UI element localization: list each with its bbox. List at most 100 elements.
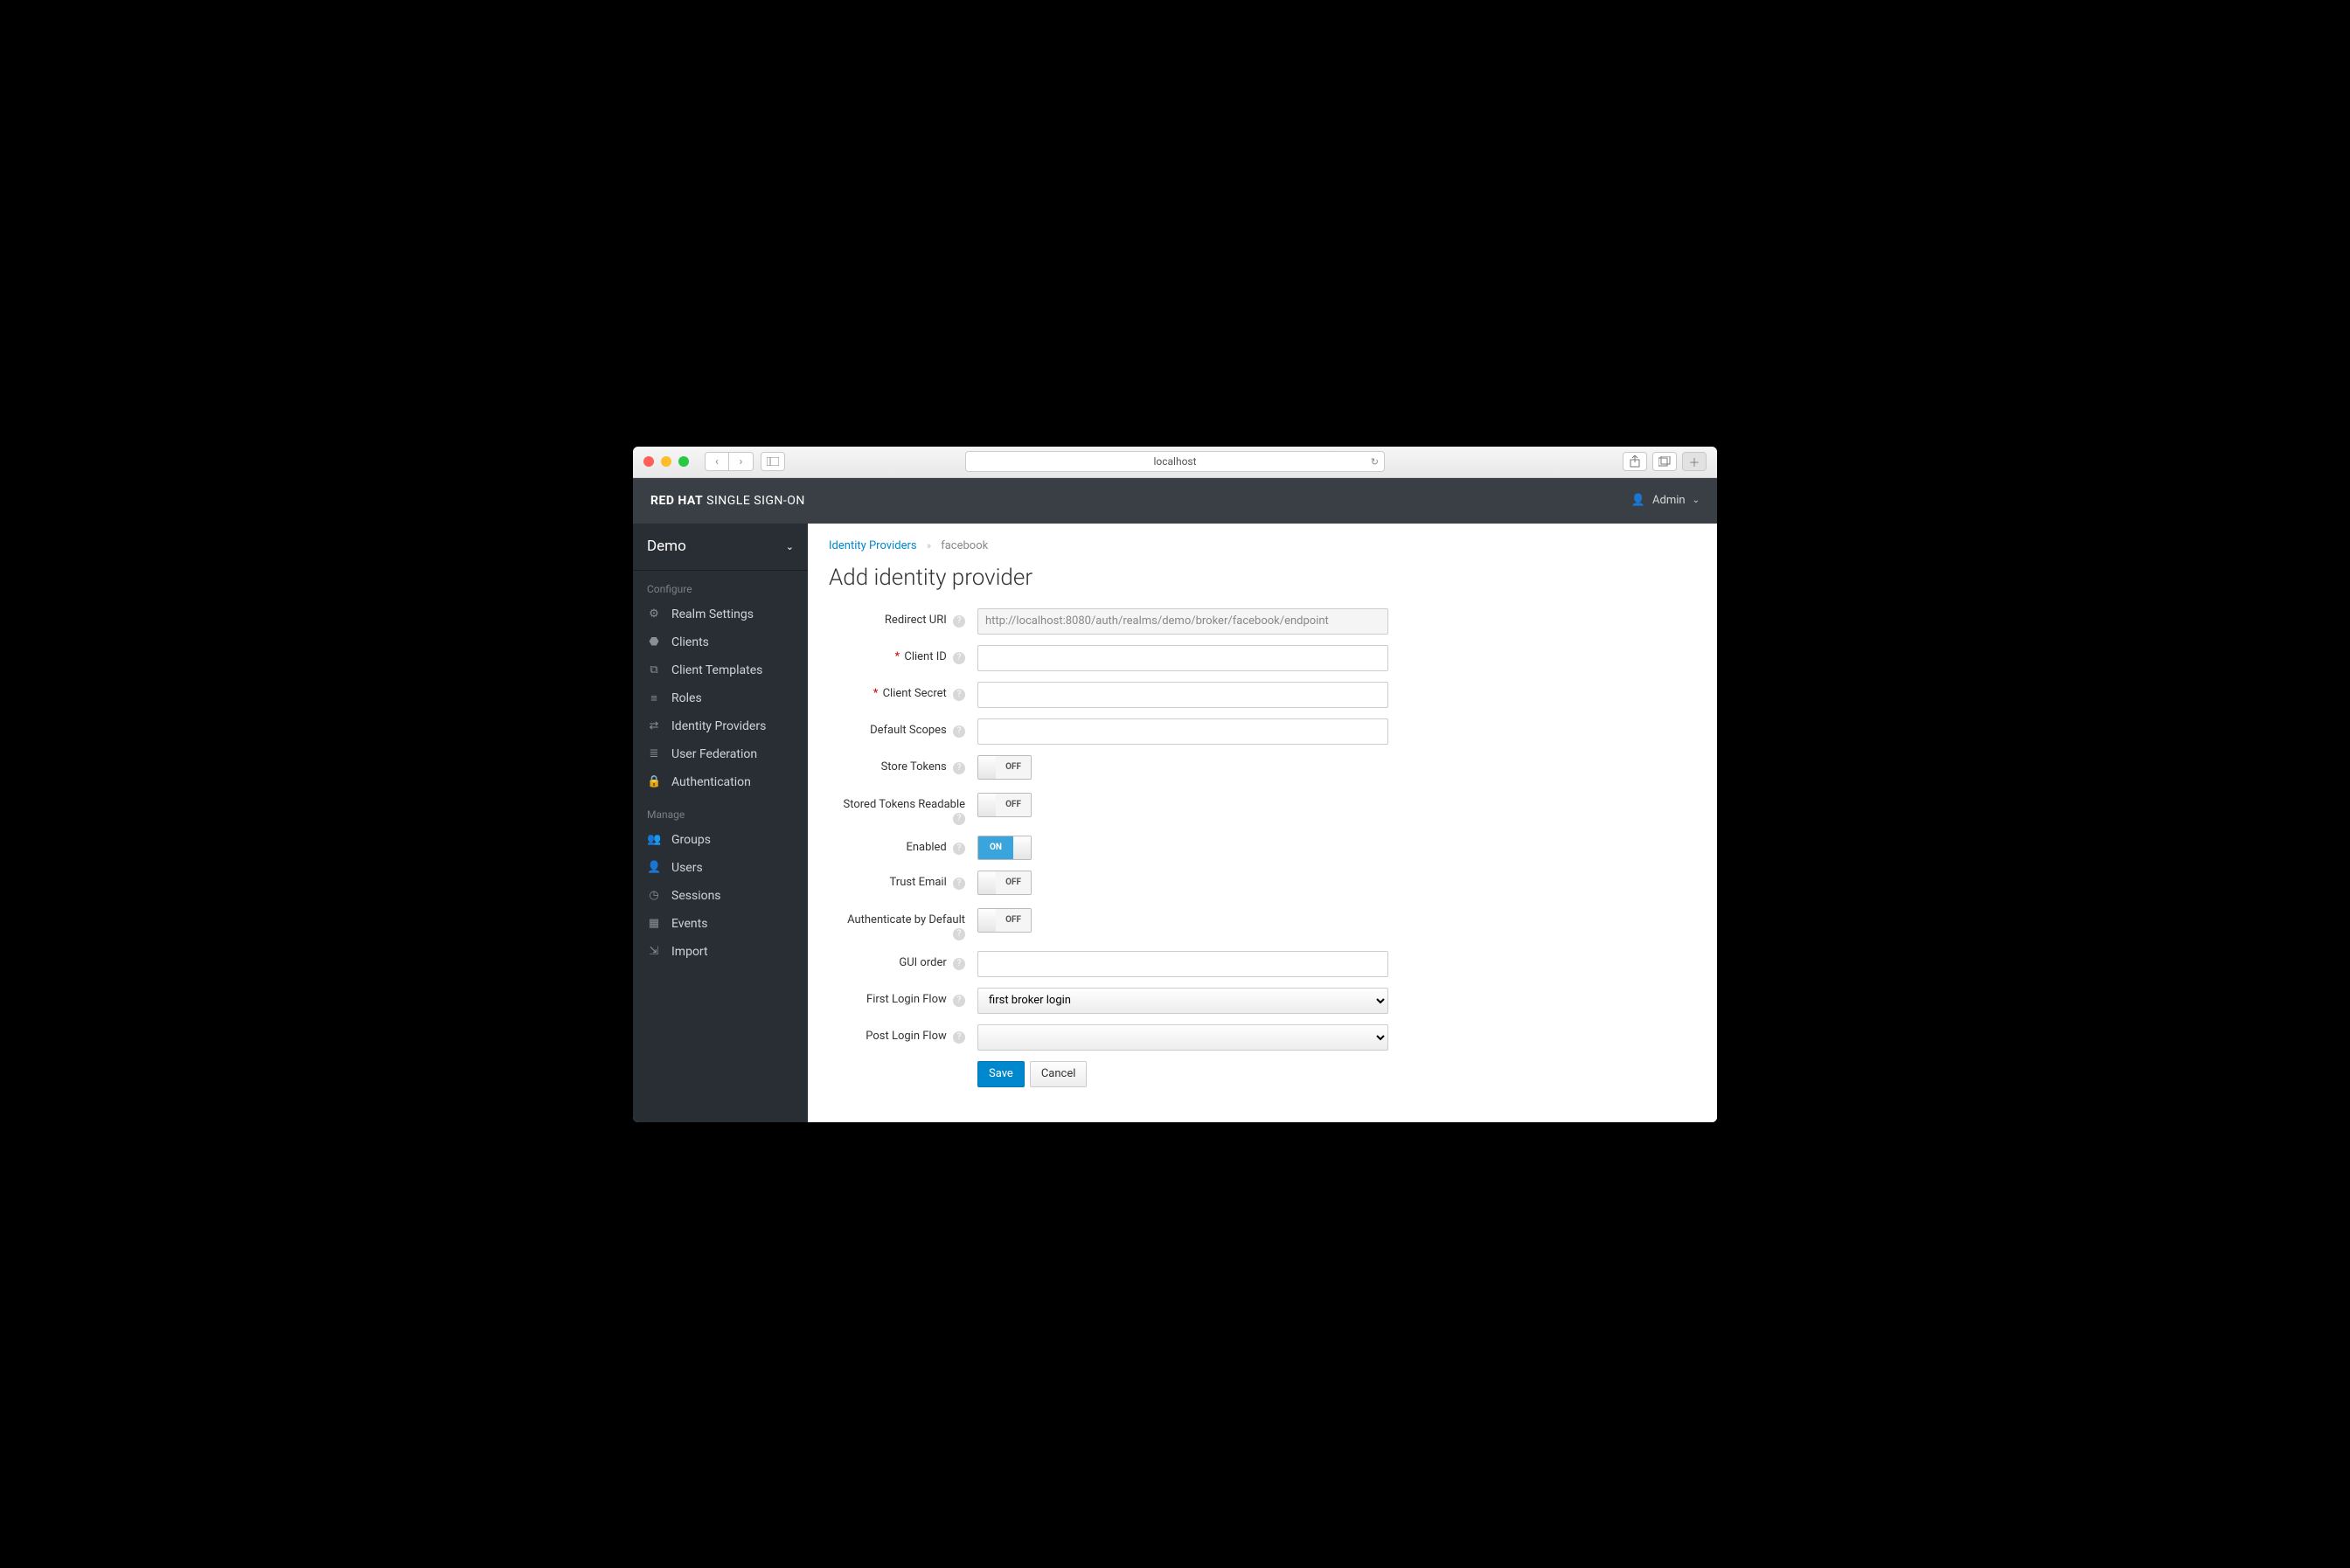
forward-button[interactable]: › <box>729 452 754 471</box>
sidebar-item-realm-settings[interactable]: ⚙Realm Settings <box>633 600 808 628</box>
sidebar-item-label: Client Templates <box>671 663 762 677</box>
url-bar[interactable]: localhost ↻ <box>965 451 1385 472</box>
sidebar-item-events[interactable]: ▦Events <box>633 910 808 938</box>
required-marker: * <box>895 650 900 663</box>
help-icon[interactable]: ? <box>953 762 965 774</box>
store-tokens-toggle[interactable]: OFF <box>977 755 1032 780</box>
breadcrumb-separator: » <box>927 540 931 552</box>
reload-icon[interactable]: ↻ <box>1371 456 1379 468</box>
help-icon[interactable]: ? <box>953 725 965 738</box>
new-tab-button[interactable]: ＋ <box>1682 452 1707 471</box>
sidebar-section-title: Configure <box>633 571 808 600</box>
nav-icon: ◷ <box>647 889 661 902</box>
sidebar-item-clients[interactable]: ⬣ Clients <box>633 628 808 656</box>
sidebar-item-users[interactable]: 👤 Users <box>633 854 808 882</box>
default-scopes-field[interactable] <box>977 718 1388 745</box>
help-icon[interactable]: ? <box>953 928 965 940</box>
label-first-login-flow: First Login Flow <box>866 993 947 1006</box>
stored-tokens-readable-toggle[interactable]: OFF <box>977 793 1032 817</box>
sidebar-item-roles[interactable]: ≡ Roles <box>633 684 808 712</box>
user-menu[interactable]: 👤 Admin ⌄ <box>1631 494 1700 507</box>
help-icon[interactable]: ? <box>953 958 965 970</box>
user-icon: 👤 <box>1631 494 1645 507</box>
first-login-flow-select[interactable]: first broker login <box>977 988 1388 1014</box>
tabs-button[interactable] <box>1652 452 1677 471</box>
label-stored-tokens-readable: Stored Tokens Readable <box>844 798 965 811</box>
page-title: Add identity provider <box>829 565 1696 591</box>
save-button[interactable]: Save <box>977 1061 1025 1087</box>
cancel-button[interactable]: Cancel <box>1030 1061 1088 1087</box>
help-icon[interactable]: ? <box>953 995 965 1007</box>
nav-icon: ≡ <box>647 691 661 705</box>
realm-name: Demo <box>647 538 686 555</box>
label-client-id: Client ID <box>904 650 946 663</box>
sidebar-item-identity-providers[interactable]: ⇄Identity Providers <box>633 712 808 740</box>
app-topbar: RED HAT SINGLE SIGN-ON 👤 Admin ⌄ <box>633 478 1717 524</box>
nav-icon: 👥 <box>647 833 661 846</box>
authenticate-by-default-toggle[interactable]: OFF <box>977 908 1032 933</box>
chevron-down-icon: ⌄ <box>786 541 794 552</box>
sidebar-item-authentication[interactable]: 🔒 Authentication <box>633 768 808 796</box>
nav-icon: ⬣ <box>647 635 661 649</box>
url-text: localhost <box>1153 455 1196 468</box>
nav-icon: ⇲ <box>647 945 661 958</box>
sidebar-item-label: Groups <box>671 833 711 847</box>
label-store-tokens: Store Tokens <box>881 760 947 774</box>
client-id-field[interactable] <box>977 645 1388 671</box>
sidebar-item-label: Realm Settings <box>671 607 754 621</box>
nav-icon: ≣ <box>647 747 661 760</box>
sidebar-toggle-button[interactable] <box>761 452 785 471</box>
sidebar-item-label: User Federation <box>671 747 757 761</box>
breadcrumb-parent[interactable]: Identity Providers <box>829 539 917 552</box>
back-button[interactable]: ‹ <box>705 452 729 471</box>
sidebar-item-label: Import <box>671 945 708 959</box>
sidebar-item-client-templates[interactable]: ⧉ Client Templates <box>633 656 808 684</box>
help-icon[interactable]: ? <box>953 843 965 855</box>
trust-email-toggle[interactable]: OFF <box>977 871 1032 895</box>
share-icon <box>1630 455 1640 468</box>
nav-icon: 👤 <box>647 861 661 874</box>
sidebar-item-label: Users <box>671 861 703 875</box>
sidebar-item-label: Roles <box>671 691 702 705</box>
label-client-secret: Client Secret <box>883 687 947 700</box>
nav-icon: 🔒 <box>647 775 661 788</box>
sidebar-item-label: Events <box>671 917 707 931</box>
close-window-icon[interactable] <box>643 456 654 467</box>
label-gui-order: GUI order <box>899 956 946 969</box>
gui-order-field[interactable] <box>977 951 1388 977</box>
realm-selector[interactable]: Demo ⌄ <box>633 524 808 571</box>
label-enabled: Enabled <box>906 841 946 854</box>
app-body: Demo ⌄ Configure⚙Realm Settings ⬣ Clients ⧉… <box>633 524 1717 1122</box>
maximize-window-icon[interactable] <box>678 456 689 467</box>
enabled-toggle[interactable]: ON <box>977 836 1032 860</box>
help-icon[interactable]: ? <box>953 615 965 628</box>
post-login-flow-select[interactable] <box>977 1024 1388 1051</box>
sidebar-item-label: Clients <box>671 635 709 649</box>
sidebar-item-import[interactable]: ⇲ Import <box>633 938 808 966</box>
sidebar-item-sessions[interactable]: ◷ Sessions <box>633 882 808 910</box>
redirect-uri-field[interactable] <box>977 608 1388 635</box>
sidebar-item-label: Authentication <box>671 775 751 789</box>
sidebar-icon <box>767 457 779 466</box>
nav-icon: ⧉ <box>647 663 661 676</box>
help-icon[interactable]: ? <box>953 878 965 890</box>
help-icon[interactable]: ? <box>953 1031 965 1044</box>
nav-buttons: ‹ › <box>705 452 754 471</box>
required-marker: * <box>873 687 879 700</box>
client-secret-field[interactable] <box>977 682 1388 708</box>
sidebar-item-groups[interactable]: 👥 Groups <box>633 826 808 854</box>
minimize-window-icon[interactable] <box>661 456 671 467</box>
help-icon[interactable]: ? <box>953 689 965 701</box>
label-trust-email: Trust Email <box>890 876 947 889</box>
sidebar-item-label: Sessions <box>671 889 721 903</box>
brand-rest: SINGLE SIGN-ON <box>703 494 805 508</box>
brand: RED HAT SINGLE SIGN-ON <box>650 494 805 508</box>
help-icon[interactable]: ? <box>953 813 965 825</box>
sidebar-item-user-federation[interactable]: ≣ User Federation <box>633 740 808 768</box>
share-button[interactable] <box>1623 452 1647 471</box>
label-auth-by-default: Authenticate by Default <box>847 913 965 926</box>
sidebar: Demo ⌄ Configure⚙Realm Settings ⬣ Clients ⧉… <box>633 524 808 1122</box>
traffic-lights <box>643 456 689 467</box>
label-post-login-flow: Post Login Flow <box>866 1030 947 1043</box>
help-icon[interactable]: ? <box>953 652 965 664</box>
